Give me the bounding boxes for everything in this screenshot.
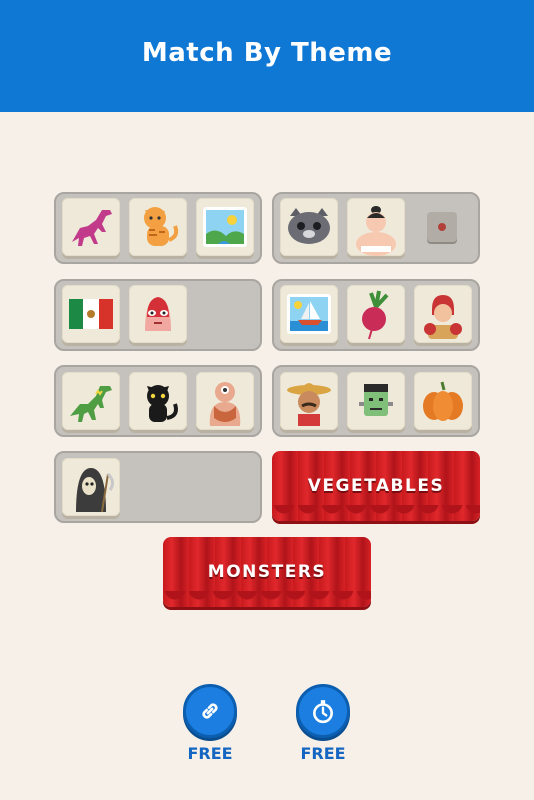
boxer-icon[interactable] xyxy=(414,285,472,343)
dinosaur-green-icon[interactable] xyxy=(62,372,120,430)
curtain-scallop xyxy=(272,505,480,521)
landscape-picture-icon[interactable] xyxy=(196,198,254,256)
frankenstein-icon[interactable] xyxy=(347,372,405,430)
grim-reaper-icon[interactable] xyxy=(62,458,120,516)
timer-booster-button[interactable] xyxy=(296,684,350,738)
link-icon xyxy=(202,703,218,719)
wrestler-mask-icon[interactable] xyxy=(129,285,187,343)
theme-label-text: VEGETABLES xyxy=(307,476,445,496)
page-title: Match By Theme xyxy=(141,38,393,68)
radish-icon[interactable] xyxy=(347,285,405,343)
mexican-man-icon[interactable] xyxy=(280,372,338,430)
theme-label-monsters[interactable]: MONSTERS xyxy=(163,537,371,607)
stopwatch-icon xyxy=(313,700,333,724)
dinosaur-pink-icon[interactable] xyxy=(62,198,120,256)
curtain-scallop xyxy=(163,591,371,607)
theme-label-vegetables[interactable]: VEGETABLES xyxy=(272,451,480,521)
link-booster-label: FREE xyxy=(187,744,233,763)
sailboat-picture-icon[interactable] xyxy=(280,285,338,343)
japan-flag-icon[interactable] xyxy=(427,212,457,242)
tiger-cat-icon[interactable] xyxy=(129,198,187,256)
mexico-flag-icon[interactable] xyxy=(62,285,120,343)
pumpkin-icon[interactable] xyxy=(414,372,472,430)
timer-booster-label: FREE xyxy=(300,744,346,763)
header-bar: Match By Theme xyxy=(0,0,534,112)
sumo-wrestler-icon[interactable] xyxy=(347,198,405,256)
grey-cat-icon[interactable] xyxy=(280,198,338,256)
theme-label-text: MONSTERS xyxy=(207,562,327,582)
black-cat-icon[interactable] xyxy=(129,372,187,430)
cyclops-icon[interactable] xyxy=(196,372,254,430)
link-booster-button[interactable] xyxy=(183,684,237,738)
